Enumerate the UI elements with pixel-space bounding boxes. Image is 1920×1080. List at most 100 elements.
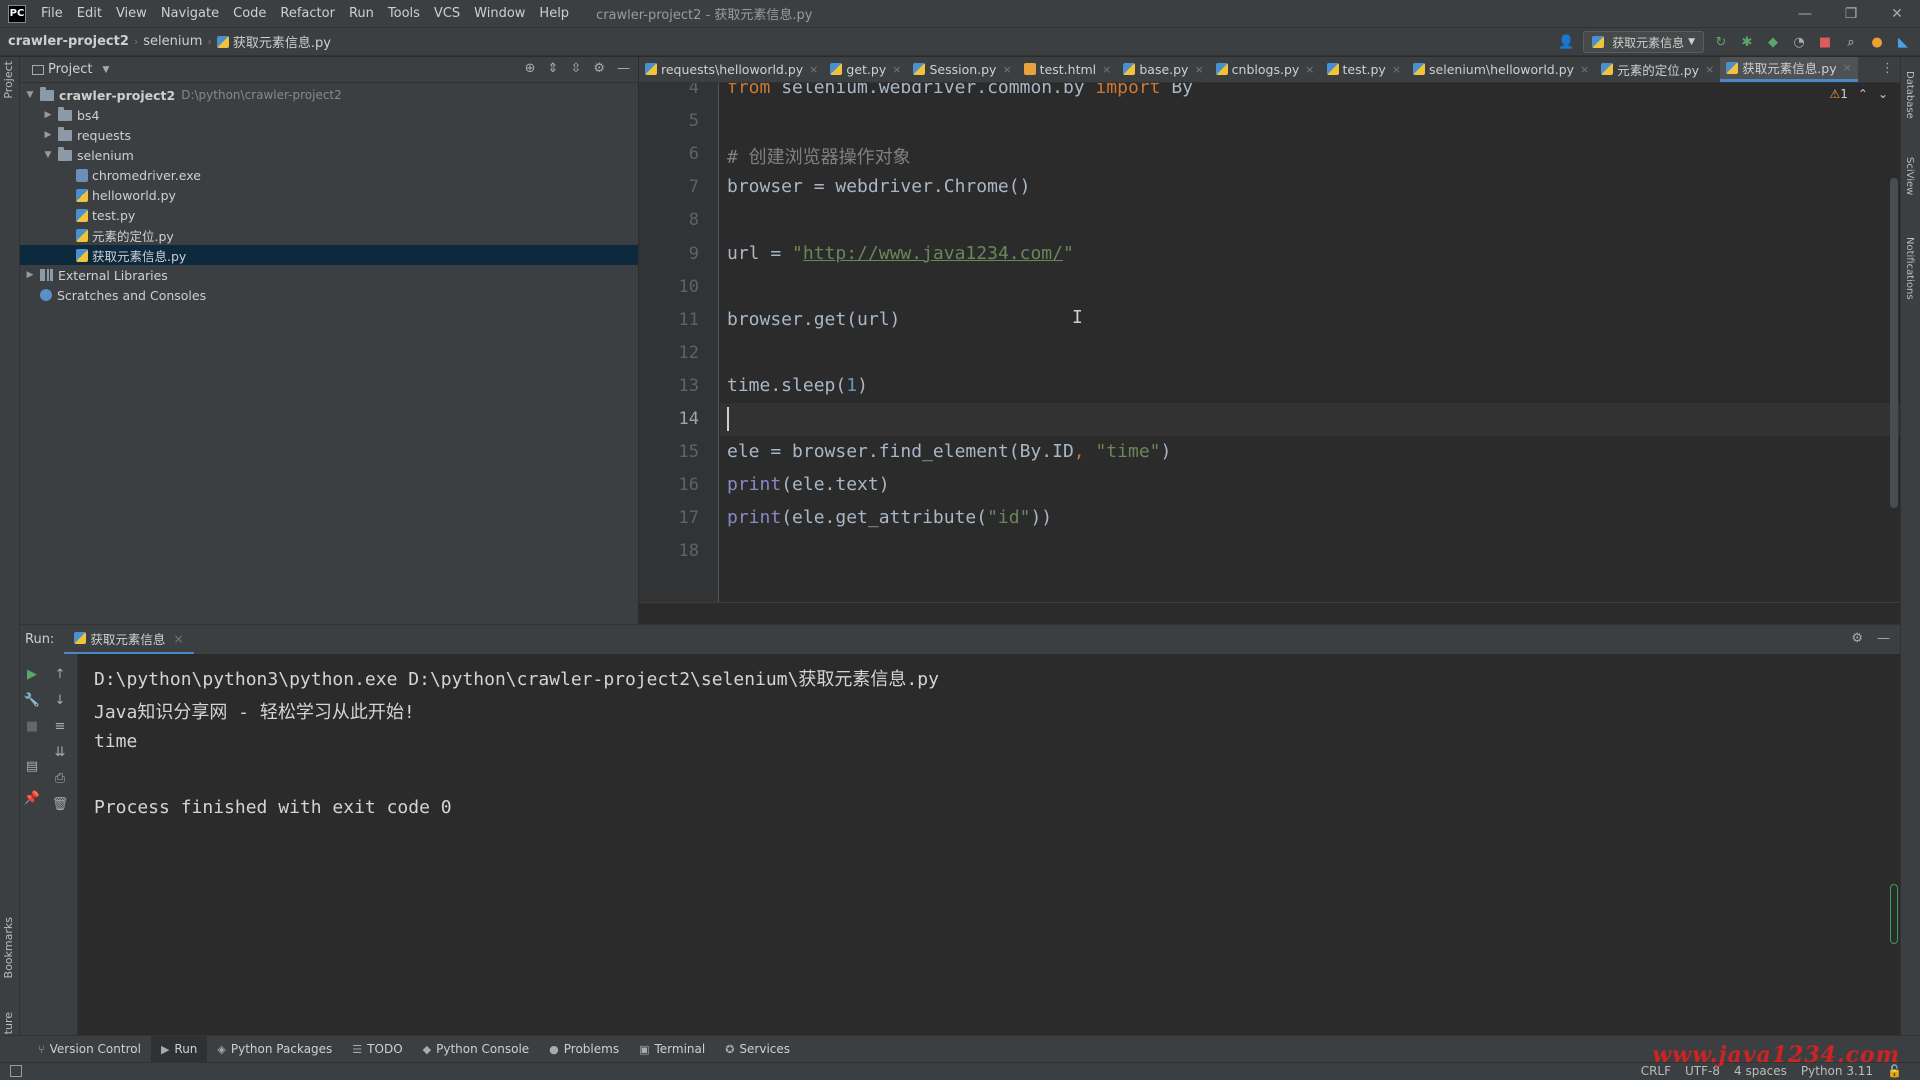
close-tab-icon[interactable]: × bbox=[1194, 63, 1203, 76]
tree-item[interactable]: chromedriver.exe bbox=[20, 165, 638, 185]
editor-tab[interactable]: test.py × bbox=[1321, 57, 1408, 82]
tree-item[interactable]: ▶ External Libraries bbox=[20, 265, 638, 285]
expand-all-icon[interactable]: ⇕ bbox=[548, 61, 559, 76]
stop-icon[interactable]: ■ bbox=[1816, 33, 1834, 51]
menu-file[interactable]: File bbox=[34, 6, 70, 21]
menu-help[interactable]: Help bbox=[532, 6, 576, 21]
menu-window[interactable]: Window bbox=[467, 6, 532, 21]
tool-window-python-console[interactable]: ◆ Python Console bbox=[413, 1036, 540, 1063]
tool-window-python-packages[interactable]: ◈ Python Packages bbox=[207, 1036, 342, 1063]
close-tab-icon[interactable]: × bbox=[1305, 63, 1314, 76]
editor-tab[interactable]: selenium\helloworld.py × bbox=[1407, 57, 1595, 82]
chevron-right-icon[interactable]: ▶ bbox=[24, 270, 36, 280]
menu-view[interactable]: View bbox=[109, 6, 154, 21]
tree-item[interactable]: ▶ requests bbox=[20, 125, 638, 145]
run-configuration-select[interactable]: 获取元素信息 ▼ bbox=[1583, 31, 1704, 53]
menu-run[interactable]: Run bbox=[342, 6, 381, 21]
editor-tab[interactable]: base.py × bbox=[1117, 57, 1209, 82]
close-tab-icon[interactable]: × bbox=[173, 631, 183, 646]
chevron-right-icon[interactable]: ▶ bbox=[42, 110, 54, 120]
gear-icon[interactable]: ⚙ bbox=[593, 61, 605, 76]
restore-icon[interactable]: ❐ bbox=[1828, 0, 1874, 27]
breadcrumb-folder[interactable]: selenium bbox=[143, 34, 202, 49]
editor-tab[interactable]: test.html × bbox=[1018, 57, 1118, 82]
rerun-icon[interactable]: ↻ bbox=[1712, 33, 1730, 51]
search-icon[interactable]: ⌕ bbox=[1842, 33, 1860, 51]
tree-item[interactable]: ▶ bs4 bbox=[20, 105, 638, 125]
menu-navigate[interactable]: Navigate bbox=[154, 6, 226, 21]
tree-item[interactable]: 元素的定位.py bbox=[20, 225, 638, 245]
debug-icon[interactable]: ✱ bbox=[1738, 33, 1756, 51]
tool-window-run[interactable]: ▶ Run bbox=[150, 1035, 208, 1063]
coverage-icon[interactable]: ◆ bbox=[1764, 33, 1782, 51]
tree-item[interactable]: 获取元素信息.py bbox=[20, 245, 638, 265]
editor-tab[interactable]: Session.py × bbox=[907, 57, 1017, 82]
menu-vcs[interactable]: VCS bbox=[427, 6, 467, 21]
project-panel-title[interactable]: Project bbox=[48, 62, 92, 77]
update-icon[interactable]: ● bbox=[1868, 33, 1886, 51]
toggle-tool-windows-icon[interactable] bbox=[10, 1065, 22, 1077]
tree-item[interactable]: Scratches and Consoles bbox=[20, 285, 638, 305]
hide-icon[interactable]: — bbox=[617, 61, 630, 76]
tool-window-todo[interactable]: ☰ TODO bbox=[342, 1036, 412, 1063]
close-tab-icon[interactable]: × bbox=[1843, 61, 1852, 74]
profile-icon[interactable]: ◔ bbox=[1790, 33, 1808, 51]
hide-icon[interactable]: — bbox=[1877, 631, 1890, 646]
editor-tab[interactable]: 获取元素信息.py × bbox=[1720, 57, 1858, 82]
close-tab-icon[interactable]: × bbox=[1580, 63, 1589, 76]
editor-tab[interactable]: cnblogs.py × bbox=[1210, 57, 1321, 82]
chevron-down-icon[interactable]: ▼ bbox=[24, 90, 36, 100]
close-tab-icon[interactable]: × bbox=[1392, 63, 1401, 76]
user-icon[interactable]: 👤 bbox=[1557, 33, 1575, 51]
scroll-to-end-icon[interactable]: ⇊ bbox=[52, 744, 68, 760]
chevron-right-icon[interactable]: ▶ bbox=[42, 130, 54, 140]
tree-item[interactable]: helloworld.py bbox=[20, 185, 638, 205]
chevron-up-icon[interactable]: ⌃ bbox=[1858, 87, 1868, 101]
close-tab-icon[interactable]: × bbox=[1102, 63, 1111, 76]
bookmarks-tool-button[interactable]: Bookmarks bbox=[2, 917, 15, 978]
chevron-down-icon[interactable]: ▼ bbox=[42, 150, 54, 160]
soft-wrap-icon[interactable]: ≡ bbox=[52, 718, 68, 734]
trash-icon[interactable]: 🗑 bbox=[52, 796, 69, 812]
more-tabs-icon[interactable]: ⋮ bbox=[1881, 61, 1894, 76]
tree-item[interactable]: test.py bbox=[20, 205, 638, 225]
console-output[interactable]: D:\python\python3\python.exe D:\python\c… bbox=[78, 654, 1900, 1035]
notifications-tool-button[interactable]: Notifications bbox=[1904, 237, 1915, 300]
minimize-icon[interactable]: — bbox=[1782, 0, 1828, 27]
editor-scrollbar[interactable] bbox=[1890, 178, 1898, 508]
chevron-down-icon[interactable]: ⌄ bbox=[1878, 87, 1888, 101]
pin-icon[interactable]: 📌 bbox=[24, 790, 40, 806]
print-icon[interactable]: ⎙ bbox=[52, 770, 68, 786]
close-icon[interactable]: ✕ bbox=[1874, 0, 1920, 27]
stop-icon[interactable]: ■ bbox=[24, 718, 40, 734]
menu-code[interactable]: Code bbox=[226, 6, 273, 21]
code-editor[interactable]: 4 5 6 7 8 9 10 11 12 13 14 15 16 17 18 ⚠1 ⌃ ⌄ I from s… bbox=[639, 83, 1900, 602]
editor-tab[interactable]: 元素的定位.py × bbox=[1595, 57, 1720, 82]
tree-item[interactable]: ▼ crawler-project2 D:\python\crawler-proje… bbox=[20, 85, 638, 105]
run-tab[interactable]: 获取元素信息 × bbox=[64, 625, 194, 655]
close-tab-icon[interactable]: × bbox=[1705, 63, 1714, 76]
tool-window-problems[interactable]: ● Problems bbox=[539, 1036, 629, 1063]
console-scrollbar[interactable] bbox=[1890, 884, 1898, 944]
layout-icon[interactable]: ▤ bbox=[24, 758, 40, 774]
close-tab-icon[interactable]: × bbox=[809, 63, 818, 76]
breadcrumb-project[interactable]: crawler-project2 bbox=[8, 34, 129, 49]
sciview-tool-button[interactable]: SciView bbox=[1904, 157, 1915, 195]
tool-window-terminal[interactable]: ▣ Terminal bbox=[629, 1036, 715, 1063]
tool-window-services[interactable]: ✪ Services bbox=[715, 1036, 800, 1063]
close-tab-icon[interactable]: × bbox=[1002, 63, 1011, 76]
editor-tab[interactable]: get.py × bbox=[824, 57, 907, 82]
editor-tab[interactable]: requests\helloworld.py × bbox=[639, 57, 824, 82]
arrow-down-icon[interactable]: ↓ bbox=[52, 692, 68, 708]
menu-refactor[interactable]: Refactor bbox=[273, 6, 342, 21]
breadcrumb-file[interactable]: 获取元素信息.py bbox=[233, 32, 331, 51]
database-tool-button[interactable]: Database bbox=[1904, 71, 1915, 119]
locate-icon[interactable]: ⊕ bbox=[525, 61, 536, 76]
inspection-widget[interactable]: ⚠1 ⌃ ⌄ bbox=[1829, 87, 1888, 101]
jetbrains-icon[interactable]: ◣ bbox=[1894, 33, 1912, 51]
tool-window-version-control[interactable]: ⑂ Version Control bbox=[28, 1036, 151, 1063]
rerun-icon[interactable]: ▶ bbox=[24, 666, 40, 682]
gear-icon[interactable]: ⚙ bbox=[1851, 631, 1863, 646]
wrench-icon[interactable]: 🔧 bbox=[24, 692, 40, 708]
menu-tools[interactable]: Tools bbox=[381, 6, 427, 21]
